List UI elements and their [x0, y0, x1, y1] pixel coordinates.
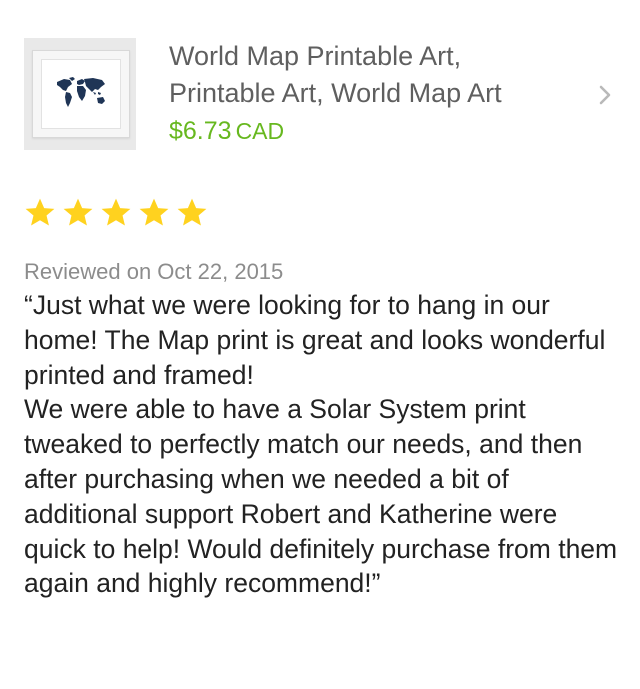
- product-title[interactable]: World Map Printable Art, Printable Art, …: [169, 38, 569, 112]
- review-paragraph: We were able to have a Solar System prin…: [24, 394, 618, 599]
- chevron-right-icon[interactable]: [594, 84, 616, 106]
- product-thumbnail[interactable]: [24, 38, 136, 150]
- product-title-line: Printable Art, World Map Art: [169, 78, 502, 108]
- star-icon: [63, 198, 93, 226]
- review-paragraph: “Just what we were looking for to hang i…: [24, 290, 606, 390]
- product-title-line: World Map Printable Art,: [169, 41, 462, 71]
- star-icon: [25, 198, 55, 226]
- world-map-icon: [57, 77, 105, 107]
- star-rating: [24, 197, 208, 237]
- star-icon: [139, 198, 169, 226]
- frame-mat: [41, 59, 121, 129]
- product-row[interactable]: World Map Printable Art, Printable Art, …: [24, 38, 624, 152]
- price-amount: $6.73: [169, 117, 232, 145]
- picture-frame: [32, 50, 130, 138]
- star-icon: [177, 198, 207, 226]
- star-icon: [101, 198, 131, 226]
- price-currency: CAD: [235, 118, 285, 144]
- product-price: $6.73 CAD: [169, 115, 284, 147]
- review-date: Reviewed on Oct 22, 2015: [24, 259, 284, 284]
- review-text: “Just what we were looking for to hang i…: [24, 288, 620, 601]
